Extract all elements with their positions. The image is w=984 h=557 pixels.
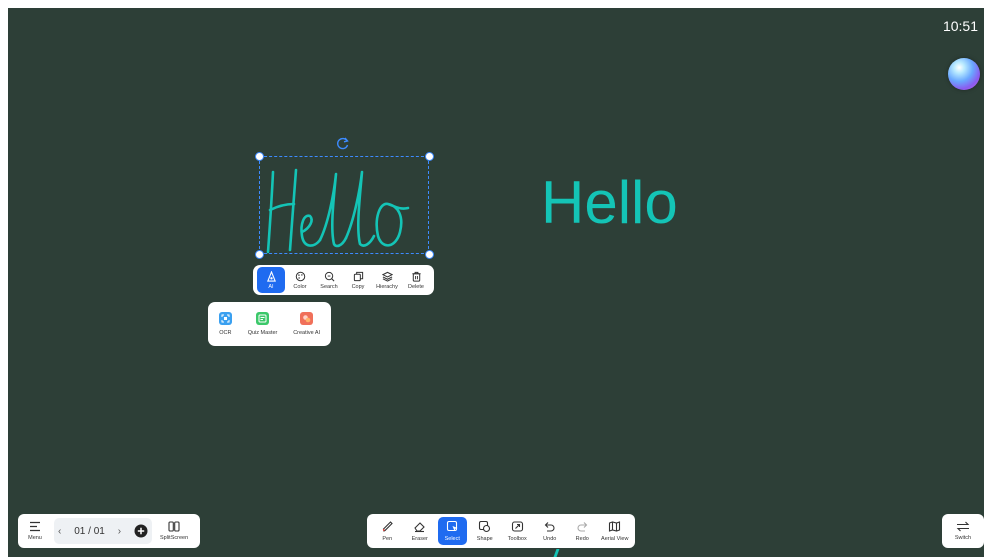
split-screen-icon xyxy=(168,521,180,532)
shape-button[interactable]: Shape xyxy=(470,517,499,545)
creative-ai-icon xyxy=(300,312,314,325)
add-page-icon[interactable] xyxy=(134,524,148,538)
page-pager: ‹ 01 / 01 › xyxy=(54,518,152,544)
selection-box[interactable] xyxy=(259,156,429,254)
color-button[interactable]: Color xyxy=(286,267,314,293)
eraser-button[interactable]: Eraser xyxy=(405,517,434,545)
pen-button[interactable]: Pen xyxy=(373,517,402,545)
delete-button[interactable]: Delete xyxy=(402,267,430,293)
previous-page-button[interactable]: ‹ xyxy=(58,526,61,537)
quiz-master-button[interactable]: Quiz Master xyxy=(248,312,277,336)
aerial-view-icon xyxy=(609,521,621,532)
toolbox-icon xyxy=(511,521,523,532)
aerial-view-button[interactable]: Aerial View xyxy=(600,517,629,545)
resize-handle-top-left[interactable] xyxy=(255,152,264,161)
typed-hello-text[interactable]: Hello xyxy=(541,168,678,238)
ocr-button[interactable]: OCR xyxy=(218,312,232,336)
shape-icon xyxy=(479,520,491,533)
eraser-icon xyxy=(414,522,426,533)
pen-icon xyxy=(382,521,393,532)
ocr-icon xyxy=(218,312,232,325)
switch-button[interactable]: Switch xyxy=(942,514,984,548)
copy-button[interactable]: Copy xyxy=(344,267,372,293)
next-page-button[interactable]: › xyxy=(118,526,121,537)
ai-assistant-orb[interactable] xyxy=(948,58,980,90)
selection-context-toolbar: AI Color Search Copy Hierachy Delete xyxy=(253,265,434,295)
whiteboard-canvas[interactable]: 10:51 Hello AI Color Search Copy Hierach… xyxy=(8,8,984,557)
ink-stroke-fragment xyxy=(553,549,560,557)
undo-icon xyxy=(544,522,555,532)
page-indicator: 01 / 01 xyxy=(74,525,105,537)
ai-tools-panel: OCR Quiz Master Creative AI xyxy=(208,302,331,346)
copy-icon xyxy=(353,271,363,281)
ai-button[interactable]: AI xyxy=(257,267,285,293)
split-screen-button[interactable]: SplitScreen xyxy=(160,521,188,541)
clock: 10:51 xyxy=(942,18,978,34)
menu-button[interactable]: Menu xyxy=(24,521,46,541)
select-button[interactable]: Select xyxy=(437,517,467,545)
trash-icon xyxy=(411,271,421,282)
redo-button[interactable]: Redo xyxy=(568,517,597,545)
menu-icon xyxy=(30,521,40,532)
rotate-icon[interactable] xyxy=(336,136,350,150)
resize-handle-top-right[interactable] xyxy=(425,152,434,161)
ai-icon xyxy=(266,270,276,282)
search-button[interactable]: Search xyxy=(315,267,343,293)
palette-icon xyxy=(295,271,305,281)
switch-icon xyxy=(956,521,970,532)
quiz-icon xyxy=(256,312,270,325)
page-navigation-panel: Menu ‹ 01 / 01 › SplitScreen xyxy=(18,514,200,548)
search-icon xyxy=(324,271,334,281)
redo-icon xyxy=(577,522,588,532)
undo-button[interactable]: Undo xyxy=(535,517,564,545)
select-icon xyxy=(446,520,458,532)
main-toolbar: Pen Eraser Select Shape Toolbox Undo Red… xyxy=(367,514,635,548)
resize-handle-bottom-right[interactable] xyxy=(425,250,434,259)
creative-ai-button[interactable]: Creative AI xyxy=(293,312,320,336)
hierarchy-button[interactable]: Hierachy xyxy=(373,267,401,293)
layers-icon xyxy=(381,271,393,282)
toolbox-button[interactable]: Toolbox xyxy=(503,517,532,545)
resize-handle-bottom-left[interactable] xyxy=(255,250,264,259)
